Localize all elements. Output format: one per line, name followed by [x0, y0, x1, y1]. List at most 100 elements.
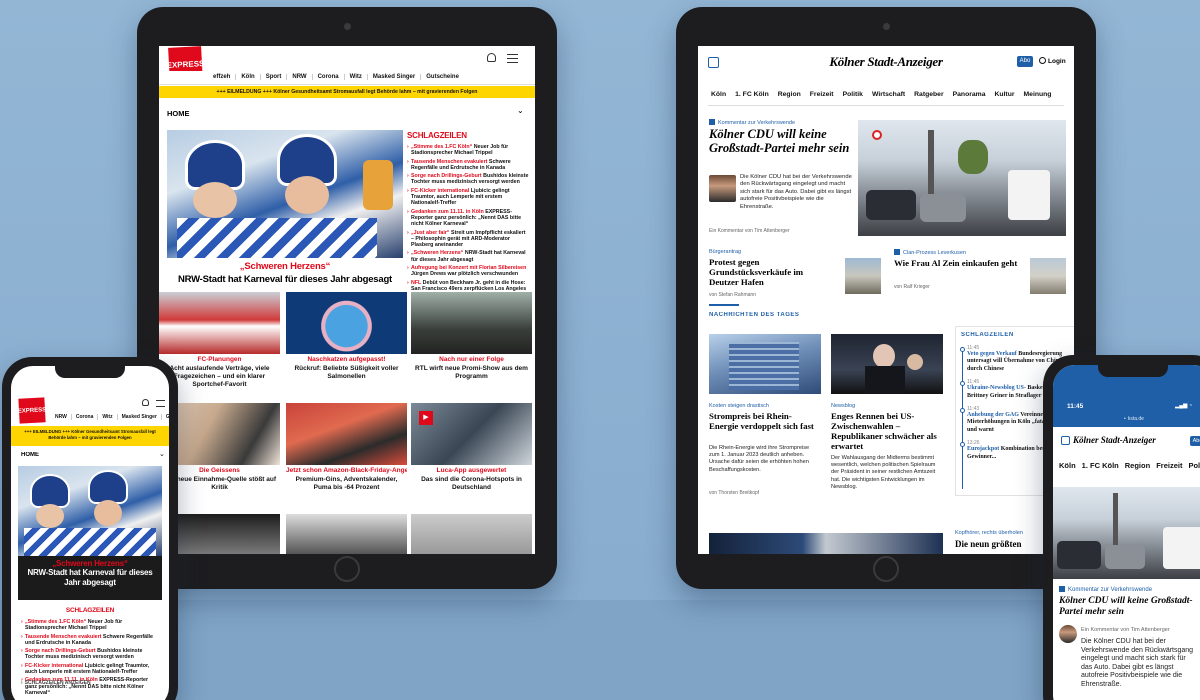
lead-title[interactable]: Kölner CDU will keine Großstadt-Partei m… [709, 127, 855, 155]
b1-image[interactable] [709, 334, 821, 394]
c-kicker: Kopfhörer, rechts überholen [955, 530, 1023, 536]
headline-item[interactable]: Gedanken zum 11.11. in Köln EXPRESS-Repo… [407, 209, 529, 228]
phone-lead-kicker[interactable]: Kommentar zur Verkehrswende [1059, 586, 1152, 593]
phone-lead-title[interactable]: Kölner CDU will keine Großstadt-Partei m… [1059, 596, 1200, 618]
nav-item[interactable]: Freizeit [810, 91, 834, 98]
user-icon[interactable] [487, 53, 496, 62]
timeline-title: Veto gegen Verkauf [967, 351, 1017, 357]
card-image-partial[interactable] [411, 514, 532, 554]
nav-item[interactable]: Corona [317, 74, 345, 80]
a3-thumb[interactable] [1030, 258, 1066, 294]
nav-item[interactable]: Witz [102, 414, 118, 420]
chevron-down-icon[interactable]: ⌄ [517, 106, 524, 115]
nav-item[interactable]: Masked Singer [121, 414, 162, 420]
headline-item[interactable]: Tausende Menschen evakuiert Schwere Rege… [21, 634, 161, 647]
login-link[interactable]: Login [1039, 57, 1066, 65]
lead-image-street[interactable] [858, 120, 1066, 236]
abo-button[interactable]: Abo [1017, 56, 1033, 67]
section-home[interactable]: HOME [167, 109, 190, 118]
nav-item[interactable]: Witz [349, 74, 368, 80]
a2-title[interactable]: Protest gegen Grundstücksverkäufe im Deu… [709, 257, 827, 287]
b2-title[interactable]: Enges Rennen bei US-Zwischenwahlen – Rep… [831, 411, 946, 451]
phone-lead-image[interactable] [1053, 487, 1200, 579]
phone-abo-button[interactable]: Abo [1190, 436, 1200, 446]
headline-kicker: „Schweren Herzens“ [411, 250, 464, 257]
phone-express-logo[interactable]: EXPRESS [18, 397, 46, 424]
menu-icon[interactable] [507, 54, 518, 63]
news-card[interactable]: Jetzt schon Amazon-Black-Friday-Angebote… [286, 403, 407, 510]
nav-item[interactable]: Gutscheine [426, 74, 464, 80]
user-icon [1039, 57, 1046, 64]
phone-ksta-menu-icon[interactable] [1061, 436, 1070, 445]
lead-kicker[interactable]: Kommentar zur Verkehrswende [709, 119, 795, 126]
news-card[interactable]: ▶ Luca-App ausgewertet Das sind die Corona… [411, 403, 532, 510]
nav-item[interactable]: 1. FC Köln [1082, 461, 1119, 470]
nav-item[interactable]: Masked Singer [372, 74, 422, 80]
news-card[interactable]: Naschkatzen aufgepasst! Rückruf: Beliebte… [286, 292, 407, 399]
nav-item[interactable]: Köln [1059, 461, 1076, 470]
news-card[interactable]: Nach nur einer Folge RTL wirft neue Promi… [411, 292, 532, 399]
nav-item[interactable]: Köln [241, 74, 261, 80]
nav-item[interactable]: Kultur [994, 91, 1014, 98]
timeline-dot [960, 442, 965, 448]
hero-caption[interactable]: „Schweren Herzens“ NRW-Stadt hat Karneva… [167, 258, 403, 296]
nav-item[interactable]: Freizeit [1156, 461, 1182, 470]
phone-section-home[interactable]: HOME [21, 452, 39, 458]
nav-item[interactable]: 1. FC Köln [735, 91, 769, 98]
c-title[interactable]: Die neun größten [955, 539, 1022, 549]
headline-item[interactable]: Sorge nach Drillings-Geburt Bushidos kle… [21, 648, 161, 661]
phone-hero-image[interactable] [18, 466, 162, 556]
headline-item[interactable]: FC-Kicker international Ljubicic gelingt… [407, 188, 529, 207]
chevron-down-icon[interactable]: ⌄ [159, 450, 165, 458]
nav-item[interactable]: effzeh [213, 74, 237, 80]
hero-image-karneval[interactable] [167, 130, 403, 258]
headline-item[interactable]: FC-Kicker international Ljubicic gelingt… [21, 663, 161, 676]
tablet-home-button[interactable] [334, 556, 360, 582]
nav-item[interactable]: Region [778, 91, 801, 98]
user-icon[interactable] [142, 399, 149, 406]
card-title: Das sind die Corona-Hotspots in Deutschl… [421, 476, 522, 491]
phone-ksta-logo[interactable]: Kölner Stadt-Anzeiger [1073, 435, 1156, 445]
play-icon[interactable]: ▶ [419, 411, 433, 425]
headline-kicker: NFL [411, 279, 422, 286]
headline-item[interactable]: „Just aber fair“ Streit um Impfpflicht e… [407, 230, 529, 249]
c-image[interactable] [709, 533, 943, 554]
card-kicker: Nach nur einer Folge [439, 356, 504, 363]
nav-item[interactable]: Politik [1188, 461, 1200, 470]
headline-item[interactable]: Aufregung bei Konzert mit Florian Silber… [407, 265, 529, 278]
tablet-home-button[interactable] [873, 556, 899, 582]
headline-item[interactable]: „Stimme des 1.FC Köln“ Neuer Job für Sta… [21, 619, 161, 632]
nav-item[interactable]: Politik [843, 91, 863, 98]
nav-item[interactable]: Wirtschaft [872, 91, 905, 98]
schlagzeilen-heading: SCHLAGZEILEN [407, 131, 467, 140]
nav-item[interactable]: Gutschein [166, 414, 169, 420]
lock-icon: • [1124, 416, 1126, 422]
nav-item[interactable]: NRW [55, 414, 72, 420]
nav-item[interactable]: Ratgeber [914, 91, 943, 98]
nav-item[interactable]: NRW [292, 74, 313, 80]
a3-title[interactable]: Wie Frau Al Zein einkaufen geht [894, 258, 1020, 268]
lead-author: Ein Kommentar von Tim Attenberger [709, 228, 790, 234]
headline-item[interactable]: „Schweren Herzens“ NRW-Stadt hat Karneva… [407, 250, 529, 263]
phone-hero-caption[interactable]: „Schweren Herzens“ NRW-Stadt hat Karneva… [18, 556, 162, 600]
nav-item[interactable]: Region [1125, 461, 1150, 470]
b2-image[interactable] [831, 334, 943, 394]
menu-icon[interactable] [156, 400, 165, 407]
nav-item[interactable]: Sport [265, 74, 288, 80]
headline-item[interactable]: „Stimme des 1.FC Köln“ Neuer Job für Sta… [407, 144, 529, 157]
card-image-partial[interactable] [286, 514, 407, 554]
express-ticker[interactable]: +++ EILMELDUNG +++ Kölner Gesundheitsamt… [159, 86, 535, 98]
nav-item[interactable]: Meinung [1024, 91, 1052, 98]
phone-express: EXPRESS NRWCoronaWitzMasked Singer Gutsch… [2, 357, 178, 700]
phone-url[interactable]: • ksta.de [1053, 416, 1200, 422]
headline-item[interactable]: Tausende Menschen evakuiert Schwere Rege… [407, 159, 529, 172]
headline-item[interactable]: Sorge nach Drillings-Geburt Bushidos kle… [407, 173, 529, 186]
nav-item[interactable]: Köln [711, 91, 726, 98]
phone-ticker[interactable]: +++ EILMELDUNG +++ Kölner Gesundheitsamt… [11, 426, 169, 446]
b1-title[interactable]: Strompreis bei Rhein-Energie verdoppelt … [709, 411, 821, 431]
nav-item[interactable]: Panorama [953, 91, 986, 98]
phone-more-link[interactable]: › SCHLAGZEILEN ANZEIGEN [21, 680, 91, 686]
a2-thumb[interactable] [845, 258, 881, 294]
nav-item[interactable]: Corona [75, 414, 99, 420]
card-title: Acht auslaufende Verträge, viele Frageze… [169, 365, 270, 388]
